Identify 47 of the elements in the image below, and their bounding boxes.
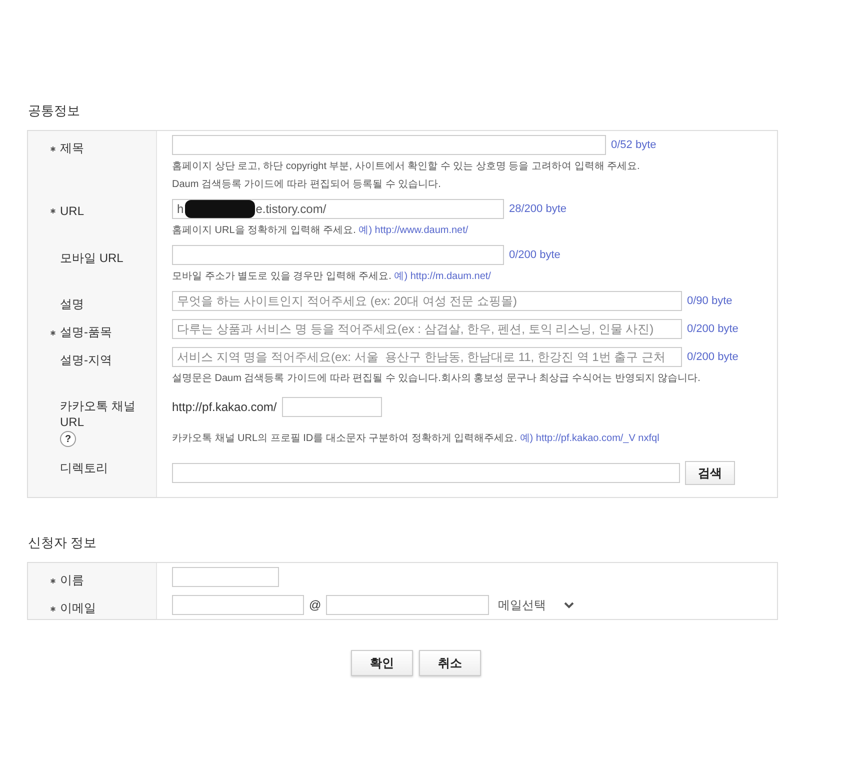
field-label: URL (60, 204, 84, 218)
text-field[interactable]: 무엇을 하는 사이트인지 적어주세요 (ex: 20대 여성 전문 쇼핑몰) (172, 291, 682, 311)
byte-counter: 28/200 byte (509, 203, 566, 215)
mail-select-dropdown[interactable]: 메일선택 (498, 596, 574, 614)
byte-counter: 0/200 byte (687, 323, 738, 335)
hint-text: 홈페이지 URL을 정확하게 입력해 주세요. 예) http://www.daum.net/ (172, 224, 470, 237)
hint-text: 카카오톡 채널 URL의 프로필 ID를 대소문자 구분하여 정확하게 입력해주세요. 예) http://pf.kakao.com/_V nxfql (172, 432, 660, 445)
form-button[interactable]: 확인 (351, 650, 413, 676)
email-domain-field[interactable] (326, 595, 490, 615)
redaction-scribble (184, 200, 255, 218)
help-button[interactable]: ? (60, 431, 76, 447)
url-prefix: http://pf.kakao.com/ (172, 400, 277, 414)
text-field[interactable]: 다루는 상품과 서비스 명 등을 적어주세요(ex : 삼겹살, 한우, 펜션, 토익 리스닝, 인물 사진) (172, 319, 682, 339)
text-field[interactable]: 서비스 지역 명을 적어주세요(ex: 서울 용산구 한남동, 한남대로 11, 한강진 역 1번 출구 근처 (172, 347, 682, 367)
field-label: 이름 (60, 572, 84, 589)
field-label: 디렉토리 (59, 460, 108, 477)
hint-text: 홈페이지 상단 로고, 하단 copyright 부분, 사이트에서 확인할 수 있는 상호명 등을 고려하여 입력해 주세요. (172, 160, 641, 173)
hint-text: Daum 검색등록 가이드에 따라 편집되어 등록될 수 있습니다. (172, 178, 442, 191)
search-button[interactable]: 검색 (685, 461, 735, 485)
text-field[interactable] (172, 245, 504, 265)
form-button[interactable]: 취소 (419, 650, 481, 676)
field-label: 이메일 (60, 600, 96, 617)
hint-text: 모바일 주소가 별도로 있을 경우만 입력해 주세요. 예) http://m.daum.net/ (172, 270, 492, 283)
section-title: 공통정보 (27, 102, 81, 120)
text-field[interactable] (172, 567, 279, 587)
byte-counter: 0/200 byte (687, 351, 738, 363)
directory-field[interactable] (172, 463, 680, 483)
field-label: 카카오톡 채널 URL (59, 398, 136, 429)
example-link[interactable]: 예) http://www.daum.net/ (358, 225, 468, 236)
url-field[interactable]: h e.tistory.com/ (172, 199, 504, 219)
text-field[interactable] (172, 135, 606, 155)
field-label: 설명-지역 (59, 352, 112, 369)
example-link[interactable]: 예) http://m.daum.net/ (394, 271, 491, 282)
at-sign: @ (309, 598, 322, 612)
section-title: 신청자 정보 (27, 534, 98, 552)
email-user-field[interactable] (172, 595, 304, 615)
channel-id-field[interactable] (282, 397, 382, 417)
field-label: 설명-품목 (60, 324, 112, 341)
chevron-down-icon (564, 602, 574, 608)
example-link[interactable]: 예) http://pf.kakao.com/_V nxfql (520, 433, 660, 444)
byte-counter: 0/90 byte (687, 295, 732, 307)
field-label: 제목 (60, 140, 84, 157)
hint-text: 설명문은 Daum 검색등록 가이드에 따라 편집될 수 있습니다.회사의 홍보성 문구나 최상급 수식어는 반영되지 않습니다. (172, 372, 702, 385)
byte-counter: 0/52 byte (611, 139, 656, 151)
byte-counter: 0/200 byte (509, 249, 560, 261)
field-label: 모바일 URL (59, 250, 124, 267)
field-label: 설명 (59, 296, 84, 313)
